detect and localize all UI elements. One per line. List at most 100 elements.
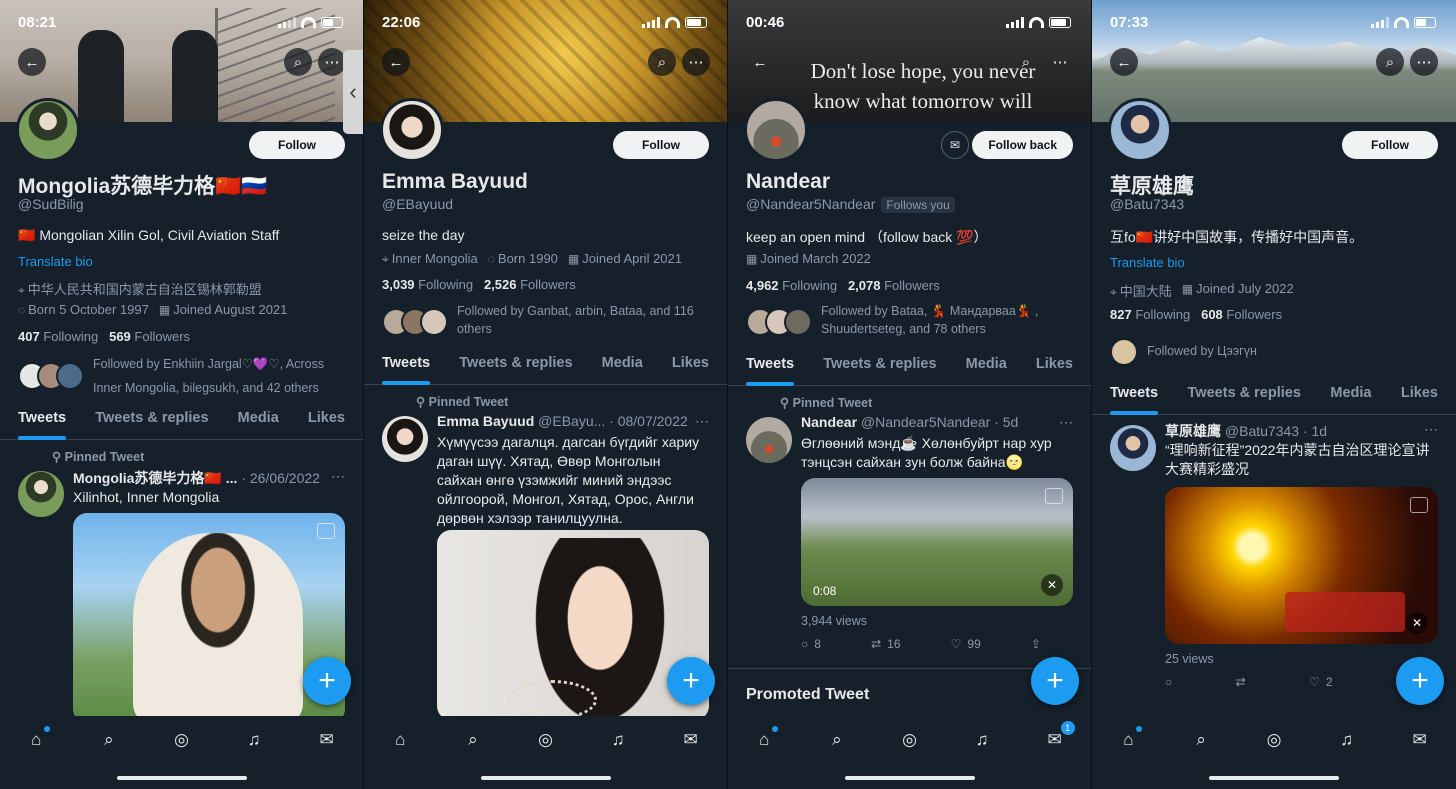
tweet-more-icon[interactable]: ⋯ [695,413,709,430]
search-icon[interactable]: ⌕ [284,48,312,76]
tab-tweets[interactable]: Tweets [18,400,67,440]
mute-icon[interactable]: ✕ [1406,612,1428,634]
tab-likes[interactable]: Likes [1036,346,1073,385]
back-arrow-icon[interactable]: ← [382,48,410,76]
tab-media[interactable]: Media [1330,375,1371,414]
tweet-avatar[interactable] [746,417,792,463]
messages-icon[interactable]: ✉ [315,728,339,752]
back-arrow-icon[interactable]: ← [746,48,774,76]
tab-tweets[interactable]: Tweets [1110,375,1159,415]
tab-tweets-replies[interactable]: Tweets & replies [1188,375,1301,414]
spaces-icon[interactable]: ◎ [169,728,193,752]
tweet-more-icon[interactable]: ⋯ [1059,414,1073,431]
tab-media[interactable]: Media [602,345,643,384]
avatar[interactable] [1108,98,1172,162]
more-icon[interactable]: ⋯ [1046,48,1074,76]
tweet-image[interactable] [437,530,709,720]
tab-likes[interactable]: Likes [1401,375,1438,414]
spaces-icon[interactable]: ◎ [897,728,921,752]
mute-icon[interactable]: ✕ [1041,574,1063,596]
home-icon[interactable]: ⌂ [752,726,779,752]
tab-tweets-replies[interactable]: Tweets & replies [823,346,936,385]
compose-tweet-button[interactable]: + [303,657,351,705]
followers-count[interactable]: 2,526 Followers [484,277,576,292]
reply-button[interactable]: ○ [1165,675,1172,689]
home-indicator[interactable] [1209,776,1339,780]
spaces-icon[interactable]: ◎ [533,728,557,752]
more-icon[interactable]: ⋯ [318,48,346,76]
search-icon[interactable]: ⌕ [825,728,849,752]
tweet-more-icon[interactable]: ⋯ [1424,421,1438,438]
avatar[interactable] [16,98,80,162]
search-icon[interactable]: ⌕ [1376,48,1404,76]
tab-tweets-replies[interactable]: Tweets & replies [95,400,208,439]
more-icon[interactable]: ⋯ [1410,48,1438,76]
tab-media[interactable]: Media [238,400,279,439]
home-icon[interactable]: ⌂ [1116,726,1143,752]
tab-tweets[interactable]: Tweets [382,345,431,385]
tab-media[interactable]: Media [966,346,1007,385]
followers-count[interactable]: 569 Followers [109,329,190,344]
tweet-author[interactable]: Mongolia苏德毕力格🇨🇳 ... [73,470,237,486]
followers-count[interactable]: 608 Followers [1201,307,1282,322]
follow-button[interactable]: Follow [613,131,709,159]
side-handle-chevron-icon[interactable]: ‹ [343,50,363,134]
notifications-icon[interactable]: ♫ [970,728,994,752]
back-arrow-icon[interactable]: ← [18,48,46,76]
notifications-icon[interactable]: ♫ [242,728,266,752]
avatar[interactable] [380,98,444,162]
tweet-avatar[interactable] [1110,425,1156,471]
compose-tweet-button[interactable]: + [667,657,715,705]
reply-button[interactable]: ○ 8 [801,637,821,651]
tweet-author[interactable]: Nandear [801,414,857,430]
messages-icon[interactable]: ✉ 1 [1043,721,1075,752]
more-icon[interactable]: ⋯ [682,48,710,76]
translate-bio-link[interactable]: Translate bio [1110,255,1185,270]
like-button[interactable]: ♡ 99 [951,637,981,651]
following-count[interactable]: 407 Following [18,329,98,344]
search-icon[interactable]: ⌕ [1189,728,1213,752]
like-button[interactable]: ♡ 2 [1309,675,1332,689]
followed-by[interactable]: Followed by Ganbat, arbin, Bataa, and 11… [382,302,713,338]
messages-icon[interactable]: ✉ [679,728,703,752]
home-icon[interactable]: ⌂ [24,726,51,752]
tweet-author[interactable]: Emma Bayuud [437,413,534,429]
share-button[interactable]: ⇪ [1031,637,1041,651]
search-icon[interactable]: ⌕ [461,728,485,752]
compose-tweet-button[interactable]: + [1396,657,1444,705]
follow-button[interactable]: Follow [1342,131,1438,159]
avatar[interactable] [744,98,808,162]
tab-tweets-replies[interactable]: Tweets & replies [459,345,572,384]
retweet-button[interactable]: ⇄ [1236,675,1246,689]
search-icon[interactable]: ⌕ [1012,48,1040,76]
following-count[interactable]: 3,039 Following [382,277,473,292]
home-indicator[interactable] [117,776,247,780]
search-icon[interactable]: ⌕ [648,48,676,76]
home-indicator[interactable] [481,776,611,780]
home-icon[interactable]: ⌂ [388,728,412,752]
tweet-more-icon[interactable]: ⋯ [331,468,345,485]
tab-likes[interactable]: Likes [672,345,709,384]
followed-by[interactable]: Followed by Bataa, 💃 Мандарваа💃 , Shuude… [746,302,1077,338]
follow-back-button[interactable]: Follow back [972,131,1073,159]
messages-icon[interactable]: ✉ [1408,728,1432,752]
notifications-icon[interactable]: ♫ [1335,728,1359,752]
tweet-avatar[interactable] [382,416,428,462]
tweet-avatar[interactable] [18,471,64,517]
spaces-icon[interactable]: ◎ [1262,728,1286,752]
tab-likes[interactable]: Likes [308,400,345,439]
tweet-image[interactable] [73,513,345,723]
message-button[interactable]: ✉ [941,131,969,159]
notifications-icon[interactable]: ♫ [606,728,630,752]
following-count[interactable]: 4,962 Following [746,278,837,293]
tweet-author[interactable]: 草原雄鹰 [1165,423,1221,439]
followers-count[interactable]: 2,078 Followers [848,278,940,293]
following-count[interactable]: 827 Following [1110,307,1190,322]
search-icon[interactable]: ⌕ [97,728,121,752]
compose-tweet-button[interactable]: + [1031,657,1079,705]
followed-by[interactable]: Followed by Цээгүн [1110,338,1442,366]
translate-bio-link[interactable]: Translate bio [18,254,93,269]
home-indicator[interactable] [845,776,975,780]
retweet-button[interactable]: ⇄ 16 [871,637,900,651]
back-arrow-icon[interactable]: ← [1110,48,1138,76]
